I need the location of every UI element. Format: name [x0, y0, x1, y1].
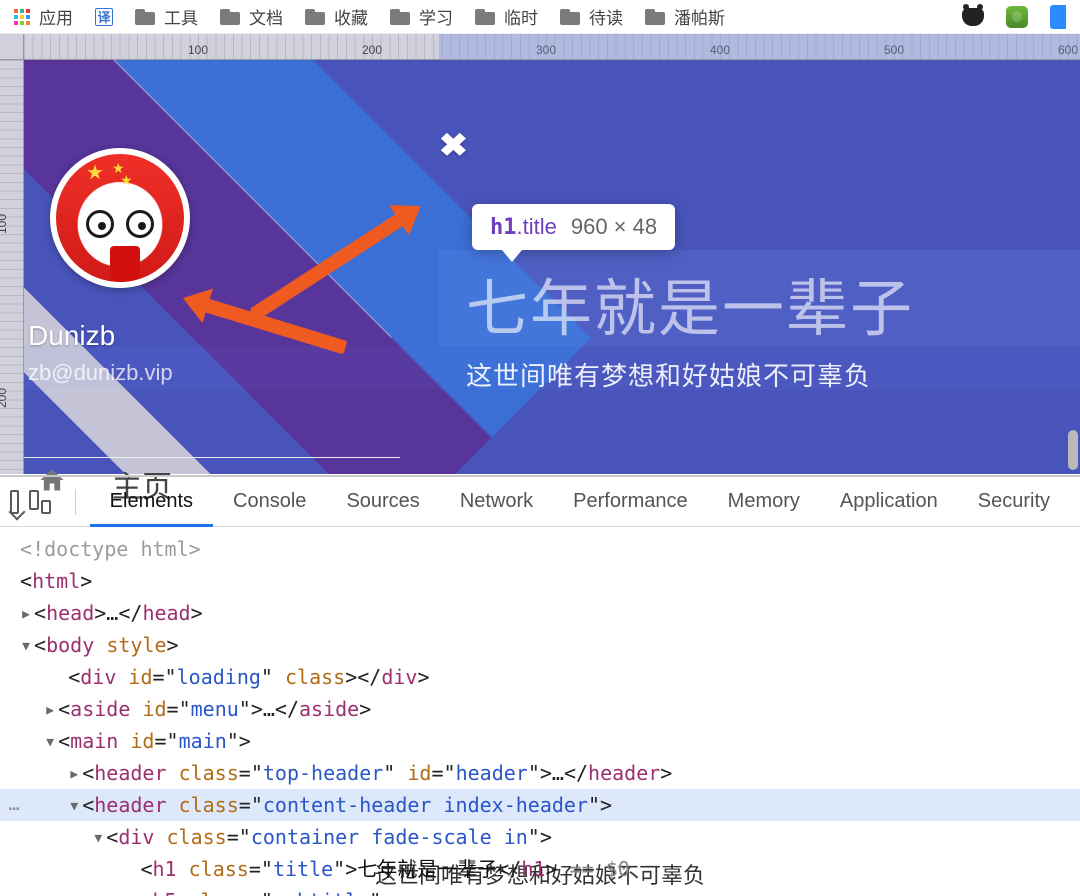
devtools-toolbar: Elements Console Sources Network Perform…: [0, 477, 1080, 527]
folder-icon: [475, 9, 495, 25]
close-icon[interactable]: ✖: [439, 126, 468, 164]
page-title: 七年就是一辈子: [466, 258, 914, 348]
bookmark-label: 临时: [504, 4, 538, 29]
bookmark-label: 工具: [164, 4, 198, 29]
bookmark-folder[interactable]: 文档: [220, 4, 283, 29]
folder-icon: [390, 9, 410, 25]
tab-console[interactable]: Console: [213, 477, 326, 527]
device-toolbar-icon[interactable]: [29, 490, 51, 514]
extension-icon[interactable]: [962, 8, 984, 26]
inspected-viewport: 100 200 300 400 500 600 100 200 ★★★ Duni…: [0, 34, 1080, 474]
bookmark-label: 收藏: [334, 4, 368, 29]
tab-security[interactable]: Security: [958, 477, 1070, 527]
page-subtitle: 这世间唯有梦想和好姑娘不可辜负: [466, 356, 871, 393]
folder-icon: [220, 9, 240, 25]
extension-icon[interactable]: [1006, 6, 1028, 28]
tab-network[interactable]: Network: [440, 477, 553, 527]
bookmark-folder[interactable]: 学习: [390, 4, 453, 29]
apps-button[interactable]: 应用: [14, 4, 73, 29]
ruler-tick: 200: [362, 43, 382, 57]
username: Dunizb: [28, 320, 115, 352]
tab-application[interactable]: Application: [820, 477, 958, 527]
bookmark-label: 学习: [419, 4, 453, 29]
bookmark-folder[interactable]: 临时: [475, 4, 538, 29]
tab-memory[interactable]: Memory: [708, 477, 820, 527]
ruler-tick: 300: [536, 43, 556, 57]
ruler-tick: 600: [1058, 43, 1078, 57]
ruler-tick: 400: [710, 43, 730, 57]
tooltip-selector: h1.title: [490, 214, 557, 240]
ruler-tick: 100: [188, 43, 208, 57]
devtools-panel: Elements Console Sources Network Perform…: [0, 475, 1080, 896]
user-avatar[interactable]: ★★★: [50, 148, 190, 288]
hero-banner: ★★★ Dunizb zb@dunizb.vip 七年就是一辈子 这世间唯有梦想…: [24, 60, 1080, 474]
folder-icon: [135, 9, 155, 25]
translate-bookmark[interactable]: 译: [95, 8, 113, 26]
bookmark-folder[interactable]: 潘帕斯: [645, 4, 725, 29]
tooltip-dimensions: 960 × 48: [571, 214, 657, 240]
bookmark-label: 文档: [249, 4, 283, 29]
dom-tree[interactable]: … <!doctype html> <html> ▸<head>…</head>…: [0, 527, 1080, 896]
ruler-horizontal: 100 200 300 400 500 600: [24, 34, 1080, 60]
user-email[interactable]: zb@dunizb.vip: [28, 360, 173, 386]
ruler-tick: 100: [0, 214, 9, 234]
apps-label: 应用: [39, 4, 73, 29]
inspector-tooltip: h1.title 960 × 48: [472, 204, 675, 250]
bookmark-label: 待读: [589, 4, 623, 29]
translate-icon: 译: [95, 8, 113, 26]
bookmarks-bar: 应用 译 工具 文档 收藏 学习 临时 待读 潘帕斯: [0, 0, 1080, 34]
tab-performance[interactable]: Performance: [553, 477, 708, 527]
bookmark-folder[interactable]: 收藏: [305, 4, 368, 29]
folder-icon: [305, 9, 325, 25]
scrollbar-thumb[interactable]: [1068, 430, 1078, 470]
folder-icon: [645, 9, 665, 25]
ruler-corner: [0, 34, 24, 60]
ruler-tick: 500: [884, 43, 904, 57]
folder-icon: [560, 9, 580, 25]
tab-elements[interactable]: Elements: [90, 477, 213, 527]
bookmark-folder[interactable]: 工具: [135, 4, 198, 29]
bookmark-label: 潘帕斯: [674, 4, 725, 29]
page-frame: ★★★ Dunizb zb@dunizb.vip 七年就是一辈子 这世间唯有梦想…: [24, 60, 1080, 474]
ruler-vertical: 100 200: [0, 60, 24, 474]
ruler-tick: 200: [0, 388, 9, 408]
bookmark-folder[interactable]: 待读: [560, 4, 623, 29]
inspect-element-icon[interactable]: [10, 490, 19, 514]
apps-grid-icon: [14, 9, 30, 25]
extension-icon[interactable]: [1050, 5, 1066, 29]
tab-sources[interactable]: Sources: [326, 477, 439, 527]
